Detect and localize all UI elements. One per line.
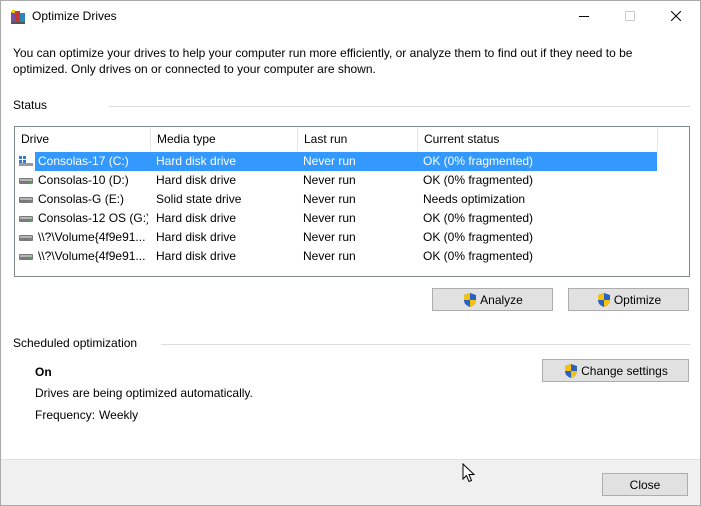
frequency-label: Frequency: bbox=[35, 408, 96, 422]
uac-shield-icon bbox=[464, 292, 477, 307]
drive-icon bbox=[19, 178, 33, 184]
drive-icon bbox=[19, 254, 33, 260]
drive-row[interactable]: Consolas-10 (D:) Hard disk drive Never run… bbox=[15, 171, 689, 190]
cell-drive: Consolas-12 OS (G:) bbox=[38, 211, 148, 225]
cell-last-run: Never run bbox=[303, 173, 356, 187]
column-header-last-run[interactable]: Last run bbox=[298, 127, 418, 151]
drive-icon bbox=[19, 235, 33, 241]
cell-media-type: Hard disk drive bbox=[156, 230, 237, 244]
frequency-value: Weekly bbox=[99, 408, 139, 422]
cell-media-type: Hard disk drive bbox=[156, 211, 237, 225]
cell-media-type: Hard disk drive bbox=[156, 154, 237, 168]
cell-media-type: Solid state drive bbox=[156, 192, 242, 206]
scheduled-label: Scheduled optimization bbox=[13, 336, 142, 350]
cell-media-type: Hard disk drive bbox=[156, 249, 237, 263]
cell-current-status: Needs optimization bbox=[423, 192, 526, 206]
close-window-button[interactable] bbox=[653, 1, 699, 31]
drive-row[interactable]: Consolas-12 OS (G:) Hard disk drive Never … bbox=[15, 209, 689, 228]
title-bar[interactable]: Optimize Drives bbox=[1, 1, 700, 31]
cell-last-run: Never run bbox=[303, 192, 356, 206]
status-label: Status bbox=[13, 98, 52, 112]
optimize-drives-window: Optimize Drives You can optimize your dr… bbox=[0, 0, 701, 506]
cell-last-run: Never run bbox=[303, 211, 356, 225]
schedule-description: Drives are being optimized automatically… bbox=[35, 386, 253, 400]
cell-last-run: Never run bbox=[303, 249, 356, 263]
cell-current-status: OK (0% fragmented) bbox=[423, 230, 534, 244]
uac-shield-icon bbox=[565, 363, 578, 378]
defrag-app-icon bbox=[11, 10, 25, 24]
system-drive-icon bbox=[19, 156, 33, 166]
mouse-cursor-icon bbox=[462, 463, 476, 483]
footer-bar: Close bbox=[1, 459, 700, 505]
close-label: Close bbox=[629, 477, 661, 492]
schedule-state: On bbox=[35, 365, 52, 379]
scheduled-divider bbox=[161, 344, 690, 345]
close-button[interactable]: Close bbox=[602, 473, 688, 496]
drive-icon bbox=[19, 197, 33, 203]
cell-drive: \\?\Volume{4f9e91... bbox=[38, 249, 146, 263]
cell-current-status: OK (0% fragmented) bbox=[423, 173, 534, 187]
cell-current-status: OK (0% fragmented) bbox=[423, 249, 534, 263]
minimize-button[interactable] bbox=[561, 1, 607, 31]
schedule-frequency: Frequency: Weekly bbox=[35, 408, 138, 422]
analyze-label: Analyze bbox=[480, 292, 523, 307]
drive-list-header: Drive Media type Last run Current status bbox=[15, 127, 689, 151]
drive-row[interactable]: \\?\Volume{4f9e91... Hard disk drive Never… bbox=[15, 247, 689, 266]
window-title: Optimize Drives bbox=[32, 9, 117, 23]
drive-icon bbox=[19, 216, 33, 222]
cell-drive: Consolas-10 (D:) bbox=[38, 173, 129, 187]
analyze-button[interactable]: Analyze bbox=[432, 288, 553, 311]
drive-row[interactable]: \\?\Volume{4f9e91... Hard disk drive Never… bbox=[15, 228, 689, 247]
cell-drive: Consolas-17 (C:) bbox=[38, 154, 129, 168]
cell-drive: \\?\Volume{4f9e91... bbox=[38, 230, 146, 244]
drive-row[interactable]: Consolas-17 (C:) Hard disk drive Never run… bbox=[15, 152, 689, 171]
optimize-label: Optimize bbox=[613, 292, 662, 307]
cell-media-type: Hard disk drive bbox=[156, 173, 237, 187]
cell-drive: Consolas-G (E:) bbox=[38, 192, 125, 206]
close-icon bbox=[671, 11, 681, 21]
cell-current-status: OK (0% fragmented) bbox=[423, 211, 534, 225]
status-divider bbox=[109, 106, 690, 107]
cell-last-run: Never run bbox=[303, 154, 356, 168]
cell-last-run: Never run bbox=[303, 230, 356, 244]
maximize-button bbox=[607, 1, 653, 31]
uac-shield-icon bbox=[597, 292, 610, 307]
optimize-button[interactable]: Optimize bbox=[568, 288, 689, 311]
maximize-icon bbox=[625, 11, 635, 21]
column-header-media-type[interactable]: Media type bbox=[151, 127, 298, 151]
drive-list[interactable]: Drive Media type Last run Current status… bbox=[14, 126, 690, 277]
change-settings-label: Change settings bbox=[581, 363, 668, 378]
column-header-current-status[interactable]: Current status bbox=[418, 127, 658, 151]
drive-row[interactable]: Consolas-G (E:) Solid state drive Never ru… bbox=[15, 190, 689, 209]
intro-text: You can optimize your drives to help you… bbox=[13, 46, 633, 76]
minimize-icon bbox=[579, 16, 589, 17]
cell-current-status: OK (0% fragmented) bbox=[423, 154, 534, 168]
column-header-drive[interactable]: Drive bbox=[15, 127, 151, 151]
change-settings-button[interactable]: Change settings bbox=[542, 359, 689, 382]
